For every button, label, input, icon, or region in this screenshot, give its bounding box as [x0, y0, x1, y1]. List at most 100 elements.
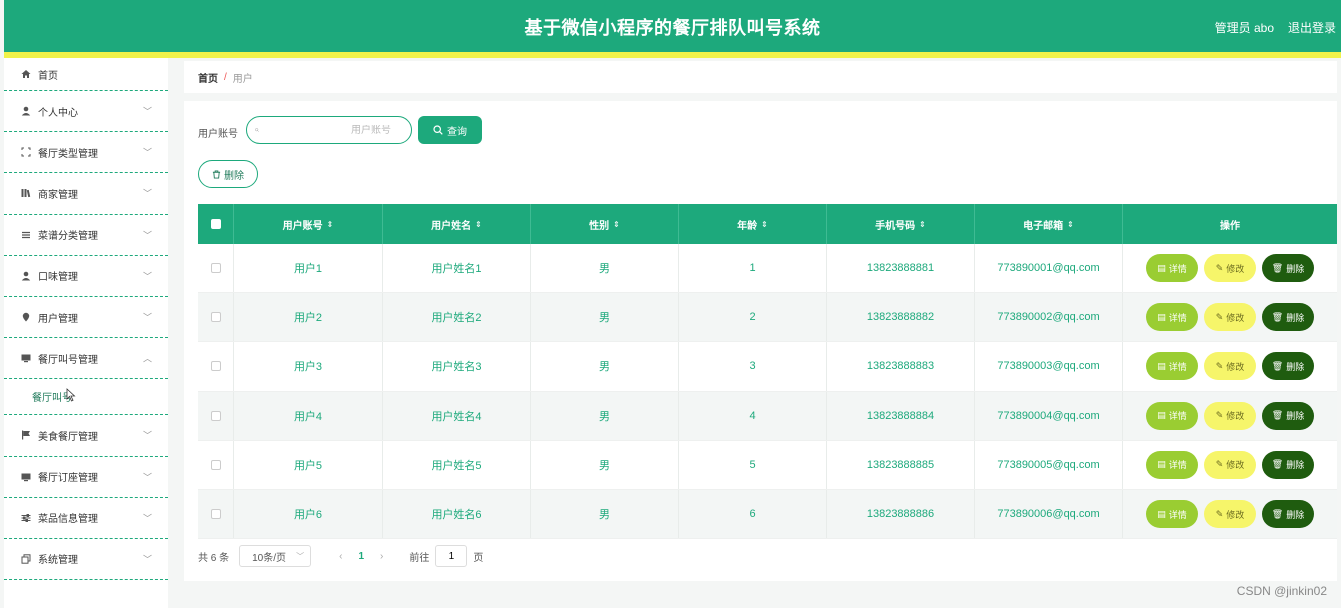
row-select-cell[interactable]: [198, 440, 234, 489]
cell-gender: 男: [531, 342, 679, 391]
row-checkbox[interactable]: [210, 410, 221, 421]
cell-account: 用户5: [234, 440, 383, 489]
breadcrumb-home[interactable]: 首页: [198, 70, 218, 85]
column-header[interactable]: 用户姓名 ⇕: [383, 204, 531, 244]
logout-link[interactable]: 退出登录: [1288, 19, 1336, 36]
detail-button[interactable]: ▤ 详情: [1146, 401, 1198, 430]
cell-email: 773890003@qq.com: [975, 342, 1123, 391]
prev-page-button[interactable]: ‹: [339, 551, 342, 562]
page-number[interactable]: 1: [358, 551, 364, 562]
delete-button-label: 删除: [1286, 312, 1305, 323]
delete-button[interactable]: 🗑 删除: [1262, 352, 1314, 381]
sort-icon[interactable]: ⇕: [761, 220, 768, 229]
column-header-label: 用户账号: [282, 220, 323, 232]
sidebar-item-restaurants[interactable]: 美食餐厅管理 ﹀: [4, 415, 168, 457]
edit-button[interactable]: ✎ 修改: [1204, 500, 1256, 529]
cell-value: 773890002@qq.com: [997, 311, 1100, 324]
edit-button[interactable]: ✎ 修改: [1204, 401, 1256, 430]
sort-icon[interactable]: ⇕: [327, 220, 334, 229]
select-all-checkbox[interactable]: [210, 219, 221, 229]
search-field[interactable]: [246, 116, 412, 144]
sort-icon[interactable]: ⇕: [1067, 220, 1074, 229]
column-header[interactable]: 用户账号 ⇕: [234, 204, 383, 244]
row-checkbox[interactable]: [210, 459, 221, 470]
row-select-cell[interactable]: [198, 391, 234, 440]
edit-button[interactable]: ✎ 修改: [1204, 303, 1256, 332]
detail-button[interactable]: ▤ 详情: [1146, 303, 1198, 332]
column-header-label: 年龄: [737, 220, 758, 232]
sidebar-item-queue-calls[interactable]: 餐厅叫号管理 ︿: [4, 338, 168, 380]
sort-icon[interactable]: ⇕: [475, 220, 482, 229]
chevron-down-icon: ﹀: [296, 551, 305, 561]
sidebar-item-restaurant-types[interactable]: 餐厅类型管理 ﹀: [4, 132, 168, 174]
column-header[interactable]: 手机号码 ⇕: [827, 204, 975, 244]
page-size-select[interactable]: 10条/页 ﹀: [239, 545, 312, 567]
pencil-icon: ✎: [1215, 459, 1224, 470]
delete-button[interactable]: 🗑 删除: [1262, 401, 1314, 430]
sidebar-item-users[interactable]: 用户管理 ﹀: [4, 297, 168, 339]
detail-button[interactable]: ▤ 详情: [1146, 352, 1198, 381]
row-select-cell[interactable]: [198, 342, 234, 391]
edit-button-label: 修改: [1226, 312, 1245, 323]
pencil-icon: ✎: [1215, 410, 1224, 421]
header-select-all[interactable]: [198, 204, 234, 244]
detail-button[interactable]: ▤ 详情: [1146, 254, 1198, 283]
sidebar-item-system[interactable]: 系统管理 ﹀: [4, 539, 168, 581]
books-icon: [20, 187, 32, 199]
cell-name: 用户姓名3: [383, 342, 531, 391]
sidebar-item-merchants[interactable]: 商家管理 ﹀: [4, 173, 168, 215]
delete-button-label: 删除: [1286, 361, 1305, 372]
sidebar-item-home[interactable]: 首页: [4, 58, 168, 91]
next-page-button[interactable]: ›: [380, 551, 383, 562]
cell-value: 用户1: [293, 263, 323, 276]
cell-account: 用户2: [234, 293, 383, 342]
admin-name: 管理员 abo: [1214, 21, 1274, 35]
row-checkbox[interactable]: [210, 312, 221, 323]
delete-button[interactable]: 🗑 删除: [1262, 500, 1314, 529]
row-select-cell[interactable]: [198, 244, 234, 293]
row-select-cell[interactable]: [198, 489, 234, 539]
query-button-label: 查询: [447, 126, 467, 138]
sidebar-item-recipe-categories[interactable]: 菜谱分类管理 ﹀: [4, 215, 168, 256]
trash-icon: 🗑: [1271, 262, 1284, 273]
sidebar-item-reservations[interactable]: 餐厅订座管理 ﹀: [4, 457, 168, 498]
cell-value: 用户姓名1: [431, 263, 482, 276]
sort-icon[interactable]: ⇕: [919, 220, 926, 229]
row-checkbox[interactable]: [210, 509, 221, 520]
cell-value: 用户6: [293, 509, 323, 522]
column-header[interactable]: 年龄 ⇕: [679, 204, 827, 244]
query-button[interactable]: 查询: [418, 116, 482, 144]
chevron-down-icon: ﹀: [142, 188, 152, 199]
sidebar-item-flavors[interactable]: 口味管理 ﹀: [4, 256, 168, 297]
column-header[interactable]: 电子邮箱 ⇕: [975, 204, 1123, 244]
detail-button[interactable]: ▤ 详情: [1146, 450, 1198, 479]
delete-button[interactable]: 🗑 删除: [1262, 450, 1314, 479]
edit-button[interactable]: ✎ 修改: [1204, 450, 1256, 479]
sidebar-item-dishes[interactable]: 菜品信息管理 ﹀: [4, 498, 168, 539]
pencil-icon: ✎: [1215, 360, 1224, 371]
edit-button[interactable]: ✎ 修改: [1204, 352, 1256, 381]
row-checkbox[interactable]: [210, 263, 221, 274]
detail-button[interactable]: ▤ 详情: [1146, 500, 1198, 529]
list-icon: [20, 229, 32, 241]
sort-icon[interactable]: ⇕: [613, 220, 620, 229]
delete-button[interactable]: 🗑 删除: [1262, 303, 1314, 332]
batch-delete-button[interactable]: 删除: [198, 160, 258, 188]
edit-button[interactable]: ✎ 修改: [1204, 254, 1256, 283]
cell-value: 用户5: [293, 459, 323, 472]
search-input[interactable]: [259, 124, 391, 136]
delete-button[interactable]: 🗑 删除: [1262, 254, 1314, 283]
column-header[interactable]: 性别 ⇕: [531, 204, 679, 244]
detail-button-label: 详情: [1168, 411, 1187, 422]
column-header-label: 电子邮箱: [1023, 220, 1064, 232]
watermark: CSDN @jinkin02: [1236, 584, 1327, 598]
sidebar-item-profile[interactable]: 个人中心 ﹀: [4, 91, 168, 133]
cell-value: 13823888884: [866, 409, 935, 422]
row-select-cell[interactable]: [198, 293, 234, 342]
column-header-label: 操作: [1220, 220, 1240, 232]
goto-page-input[interactable]: [435, 545, 468, 567]
submenu-item-queue-call[interactable]: 餐厅叫号: [4, 379, 168, 416]
row-checkbox[interactable]: [210, 361, 221, 372]
cell-age: 4: [679, 391, 827, 440]
cell-gender: 男: [531, 391, 679, 440]
